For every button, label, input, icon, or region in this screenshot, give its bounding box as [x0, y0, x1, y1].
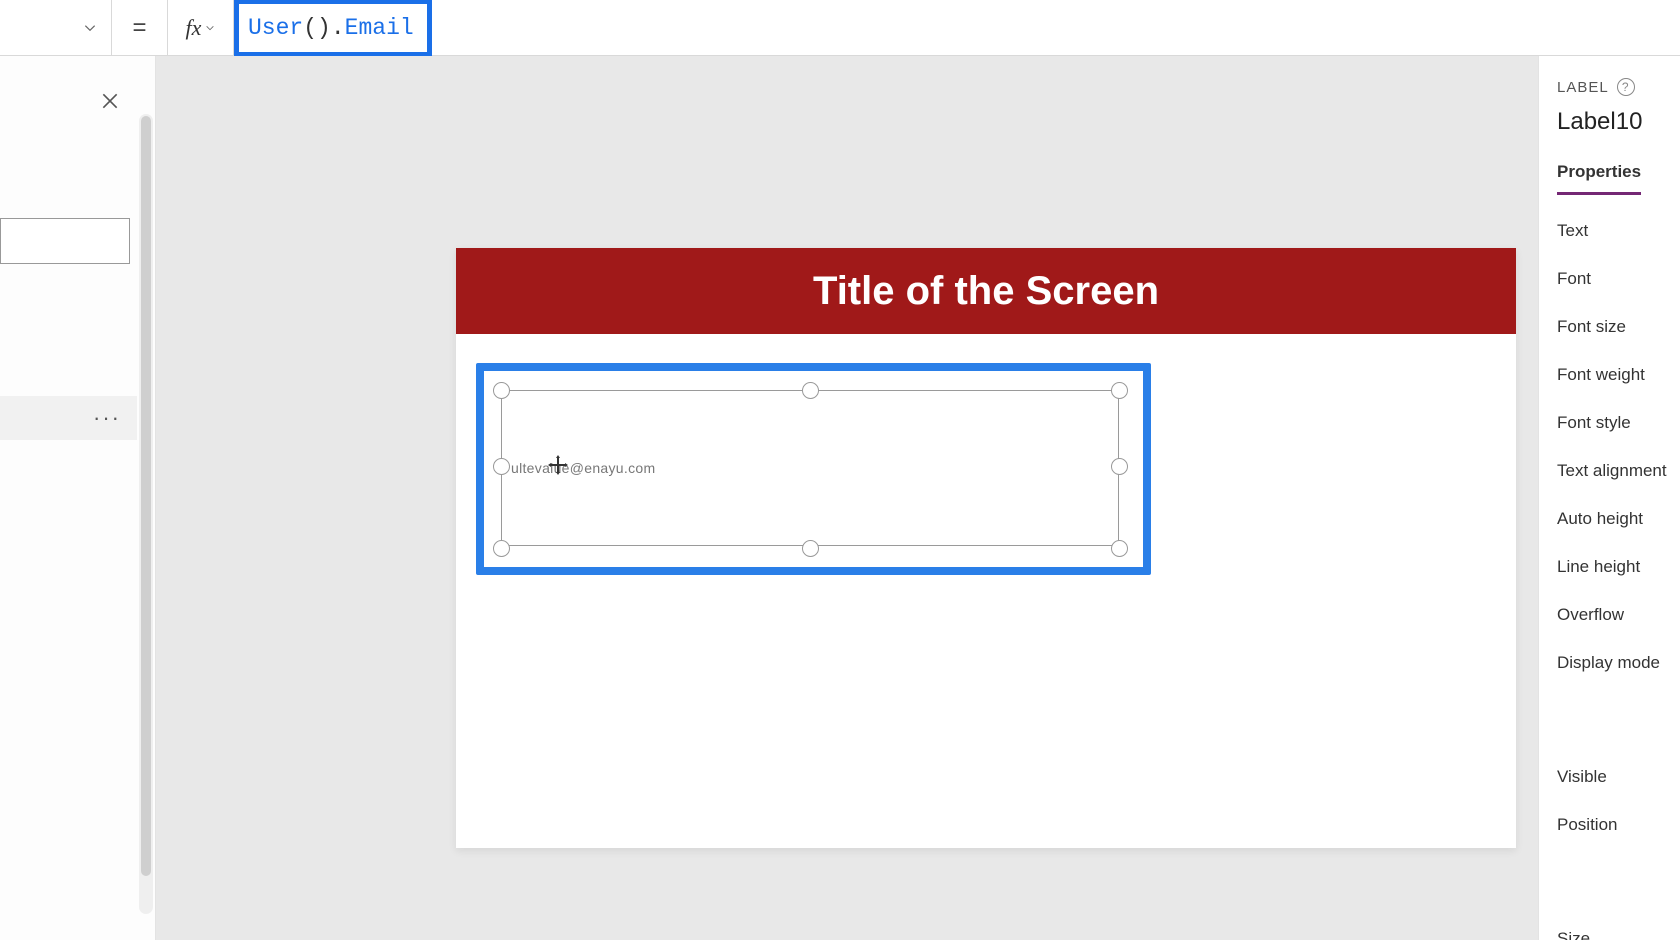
- close-icon: [100, 91, 120, 111]
- resize-handle-top-left[interactable]: [493, 382, 510, 399]
- formula-bar: = fx User().Email: [0, 0, 1680, 56]
- resize-handle-bottom-middle[interactable]: [802, 540, 819, 557]
- scrollbar-thumb[interactable]: [141, 116, 151, 876]
- tree-search-input[interactable]: [0, 218, 130, 264]
- control-type-row: LABEL ?: [1557, 78, 1680, 96]
- resize-handle-bottom-right[interactable]: [1111, 540, 1128, 557]
- left-scrollbar[interactable]: [139, 114, 153, 914]
- prop-text[interactable]: Text: [1557, 221, 1680, 241]
- formula-expression[interactable]: User().Email: [234, 15, 414, 41]
- resize-handle-bottom-left[interactable]: [493, 540, 510, 557]
- chevron-down-icon: [83, 21, 97, 35]
- resize-handle-middle-right[interactable]: [1111, 458, 1128, 475]
- fx-label: fx: [186, 15, 202, 41]
- control-name[interactable]: Label10: [1557, 108, 1680, 136]
- formula-input-container[interactable]: User().Email: [234, 0, 1680, 55]
- equals-sign: =: [112, 0, 168, 55]
- prop-font-style[interactable]: Font style: [1557, 413, 1680, 433]
- close-panel-button[interactable]: [97, 88, 123, 114]
- properties-list: Text Font Font size Font weight Font sty…: [1557, 221, 1680, 940]
- resize-handle-top-middle[interactable]: [802, 382, 819, 399]
- prop-size[interactable]: Size: [1557, 929, 1680, 940]
- prop-overflow[interactable]: Overflow: [1557, 605, 1680, 625]
- control-type-label: LABEL: [1557, 79, 1609, 96]
- resize-handle-middle-left[interactable]: [493, 458, 510, 475]
- formula-token-function: User: [248, 15, 303, 41]
- property-dropdown[interactable]: [0, 0, 112, 55]
- resize-handle-top-right[interactable]: [1111, 382, 1128, 399]
- prop-font-weight[interactable]: Font weight: [1557, 365, 1680, 385]
- tree-item-selected[interactable]: ···: [0, 396, 137, 440]
- help-icon[interactable]: ?: [1617, 78, 1635, 96]
- fx-button[interactable]: fx: [168, 0, 234, 55]
- prop-display-mode[interactable]: Display mode: [1557, 653, 1680, 673]
- main-layout: ··· Title of the Screen ultevalue@enayu.…: [0, 56, 1680, 940]
- properties-tabs: Properties: [1557, 156, 1680, 195]
- formula-token-dot: .: [331, 15, 345, 41]
- selected-label-control[interactable]: ultevalue@enayu.com: [501, 390, 1119, 546]
- screen-header-bar[interactable]: Title of the Screen: [456, 248, 1516, 334]
- formula-token-paren: ): [317, 15, 331, 41]
- prop-auto-height[interactable]: Auto height: [1557, 509, 1680, 529]
- screen-artboard[interactable]: Title of the Screen: [456, 248, 1516, 848]
- more-options-icon[interactable]: ···: [93, 405, 121, 431]
- formula-token-paren: (: [303, 15, 317, 41]
- prop-visible[interactable]: Visible: [1557, 767, 1680, 787]
- prop-text-alignment[interactable]: Text alignment: [1557, 461, 1680, 481]
- properties-panel: LABEL ? Label10 Properties Text Font Fon…: [1538, 56, 1680, 940]
- prop-position[interactable]: Position: [1557, 815, 1680, 835]
- screen-title-label: Title of the Screen: [813, 269, 1159, 314]
- tab-properties[interactable]: Properties: [1557, 156, 1641, 195]
- prop-line-height[interactable]: Line height: [1557, 557, 1680, 577]
- move-cursor-icon: [546, 453, 570, 477]
- prop-font-size[interactable]: Font size: [1557, 317, 1680, 337]
- selection-outline: [501, 390, 1119, 546]
- formula-token-property: Email: [345, 15, 414, 41]
- canvas-area[interactable]: Title of the Screen ultevalue@enayu.com: [156, 56, 1538, 940]
- chevron-down-icon: [205, 23, 215, 33]
- tree-view-panel: ···: [0, 56, 156, 940]
- prop-font[interactable]: Font: [1557, 269, 1680, 289]
